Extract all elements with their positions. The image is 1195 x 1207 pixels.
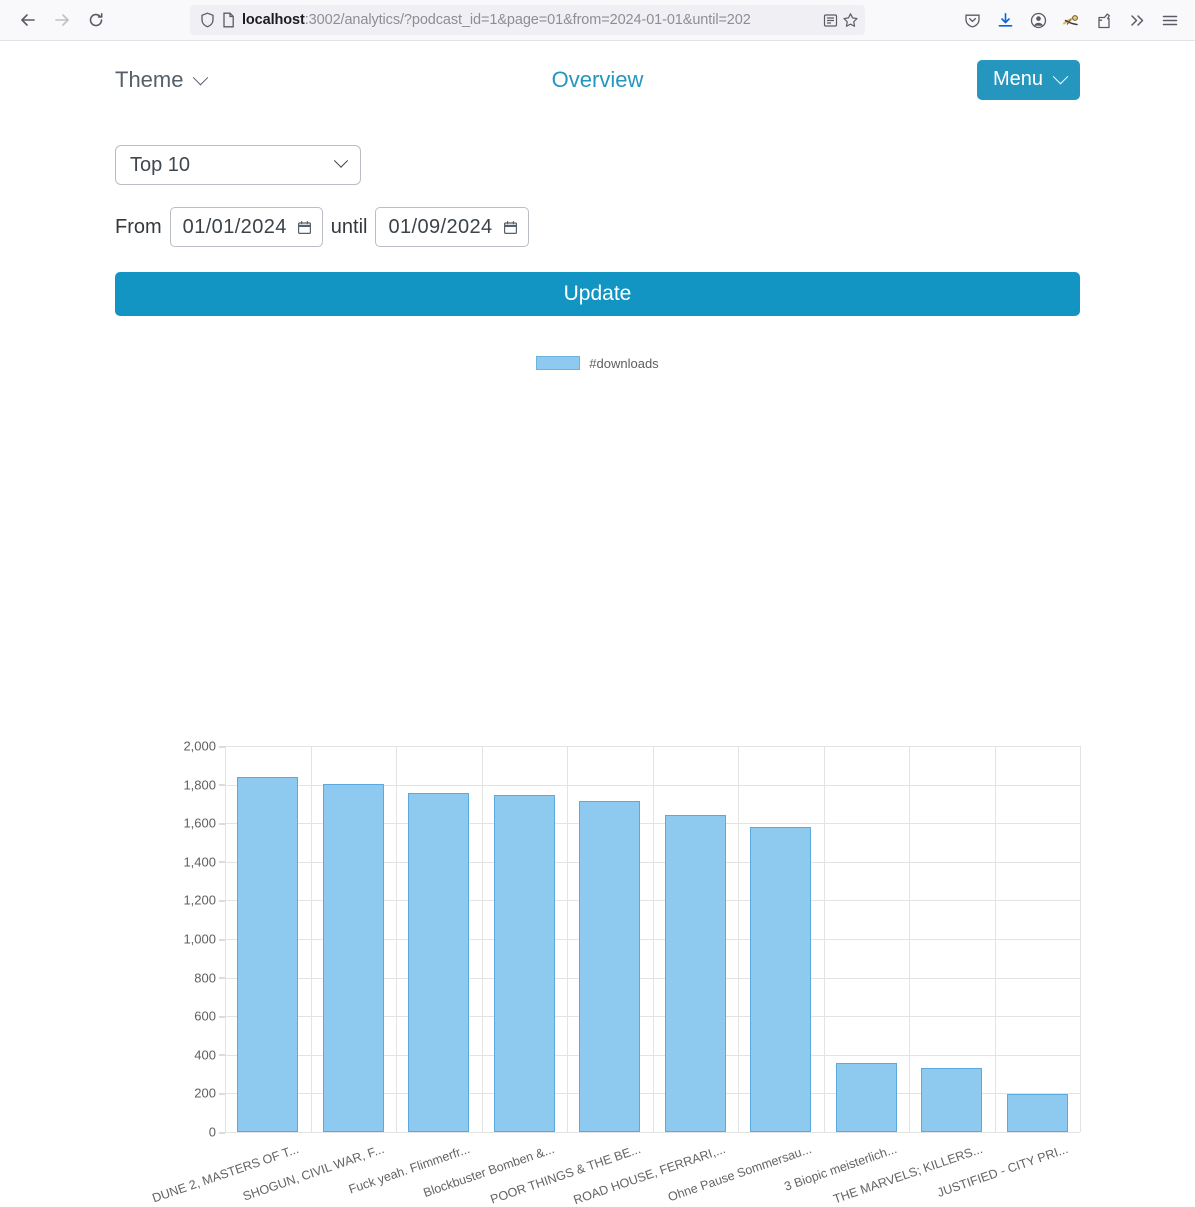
chart-gridline <box>225 1132 1080 1133</box>
chart-x-tick-label: ROAD HOUSE, FERRARI,... <box>571 1142 728 1207</box>
chart-bar[interactable] <box>750 827 811 1132</box>
chevron-down-icon <box>193 69 209 85</box>
calendar-icon[interactable] <box>503 220 518 235</box>
chart-bar[interactable] <box>665 815 726 1132</box>
from-date-input[interactable]: 01/01/2024 <box>169 207 323 247</box>
back-arrow-icon[interactable] <box>12 4 44 36</box>
chevron-down-icon <box>1052 68 1069 85</box>
chart-x-tick-label: SHOGUN, CIVIL WAR, F... <box>241 1142 387 1204</box>
chart-y-tick-label: 1,400 <box>183 854 225 869</box>
navigation-buttons <box>12 4 112 36</box>
chart-y-tick-label: 1,000 <box>183 932 225 947</box>
chart-y-tick-label: 600 <box>194 1009 225 1024</box>
chart-x-tick-label: POOR THINGS & THE BE... <box>488 1142 643 1207</box>
chart-x-tick-label: THE MARVELS; KILLERS... <box>831 1142 985 1207</box>
chart-bar[interactable] <box>1007 1094 1068 1132</box>
chart-bar[interactable] <box>836 1063 897 1132</box>
bookmark-star-icon[interactable] <box>842 12 859 29</box>
chart-y-tick-label: 800 <box>194 970 225 985</box>
until-label: until <box>330 215 368 238</box>
chart-bar[interactable] <box>579 801 640 1132</box>
account-icon[interactable] <box>1023 5 1053 35</box>
until-date-value: 01/09/2024 <box>388 215 493 238</box>
chevron-down-icon <box>333 153 349 168</box>
chart-bar[interactable] <box>237 777 298 1132</box>
page-content: Theme Overview Menu Top 10 From 01/01/20… <box>0 41 1195 1207</box>
chart-bar[interactable] <box>494 795 555 1132</box>
chart-y-tick-label: 1,200 <box>183 893 225 908</box>
app-header: Theme Overview Menu <box>0 41 1195 117</box>
chart-bar[interactable] <box>323 784 384 1132</box>
from-label: From <box>115 215 162 238</box>
chart-x-axis-labels: DUNE 2, MASTERS OF T... SHOGUN, CIVIL WAR… <box>0 354 1195 1207</box>
calendar-icon[interactable] <box>297 220 312 235</box>
chart-x-tick-label: DUNE 2, MASTERS OF T... <box>150 1142 301 1206</box>
page-info-icon <box>222 12 235 28</box>
downloads-icon[interactable] <box>990 5 1020 35</box>
chart-y-tick-label: 200 <box>194 1086 225 1101</box>
extension-icon[interactable] <box>1056 5 1086 35</box>
chart-y-tick-label: 400 <box>194 1047 225 1062</box>
theme-dropdown[interactable]: Theme <box>115 67 209 93</box>
filter-controls: Top 10 From 01/01/2024 until 01/09/2024 … <box>0 145 1195 316</box>
fingerprint-shield-icon[interactable] <box>1089 5 1119 35</box>
overflow-chevrons-icon[interactable] <box>1122 5 1152 35</box>
url-path: :3002/analytics/?podcast_id=1&page=01&fr… <box>304 12 751 28</box>
chart-bar[interactable] <box>921 1068 982 1132</box>
update-button[interactable]: Update <box>115 272 1080 316</box>
theme-dropdown-label: Theme <box>115 67 184 92</box>
from-date-value: 01/01/2024 <box>182 215 287 238</box>
date-range-row: From 01/01/2024 until 01/09/2024 <box>115 207 1080 247</box>
pocket-save-icon[interactable] <box>957 5 987 35</box>
browser-toolbar-right <box>957 5 1185 35</box>
chart-bar[interactable] <box>408 793 469 1132</box>
forward-arrow-icon[interactable] <box>46 4 78 36</box>
reload-icon[interactable] <box>80 4 112 36</box>
chart-y-tick-label: 0 <box>209 1125 226 1140</box>
top-count-select-value: Top 10 <box>130 153 191 176</box>
until-date-input[interactable]: 01/09/2024 <box>375 207 529 247</box>
url-text: localhost:3002/analytics/?podcast_id=1&p… <box>242 12 816 28</box>
menu-button-label: Menu <box>992 68 1043 90</box>
browser-toolbar: localhost:3002/analytics/?podcast_id=1&p… <box>0 0 1195 41</box>
shield-icon <box>200 12 215 28</box>
url-host: localhost <box>242 12 305 28</box>
urlbar-trailing-icons <box>823 12 859 29</box>
menu-button[interactable]: Menu <box>976 60 1080 100</box>
reader-view-icon[interactable] <box>823 13 838 28</box>
chart-x-tick-label: Ohne Pause Sommersau... <box>665 1142 814 1205</box>
top-count-select[interactable]: Top 10 <box>115 145 361 185</box>
downloads-bar-chart: #downloads 2,000 1,800 1,600 1,400 1,200 1,00… <box>0 354 1195 1207</box>
url-bar[interactable]: localhost:3002/analytics/?podcast_id=1&p… <box>190 5 865 35</box>
app-menu-hamburger-icon[interactable] <box>1155 5 1185 35</box>
